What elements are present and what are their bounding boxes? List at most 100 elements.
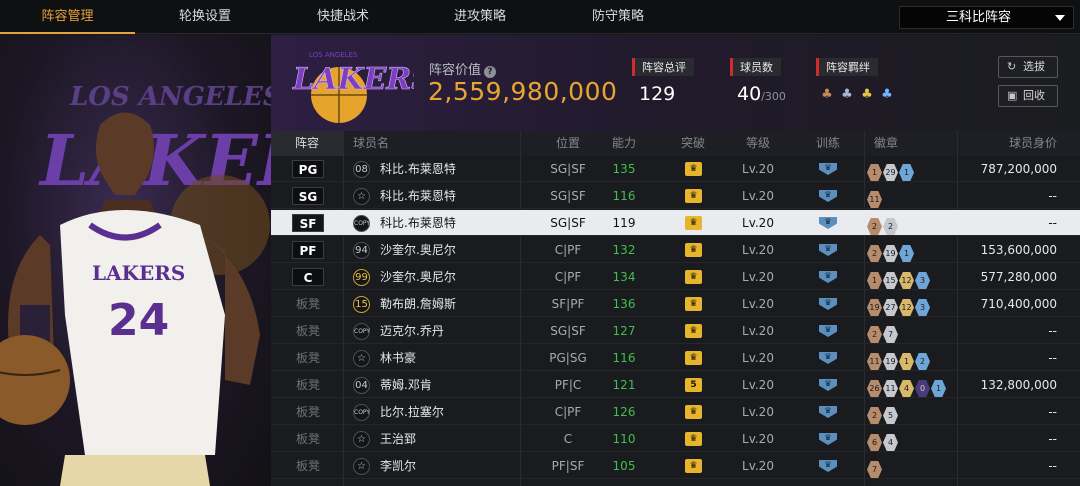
player-name[interactable]: 科比.布莱恩特: [380, 210, 456, 236]
breakthrough-crown-icon[interactable]: ♛: [685, 351, 702, 365]
recycle-button[interactable]: ▣ 回收: [998, 85, 1058, 107]
badge-list[interactable]: 19 27 12 3: [867, 295, 931, 316]
training-shield-icon[interactable]: ♛: [819, 163, 837, 175]
badge-list[interactable]: 7: [867, 457, 883, 478]
bond-icon[interactable]: ♣: [819, 87, 835, 103]
tab-defense-strategy[interactable]: 防守策略: [553, 0, 683, 34]
player-ability: 121: [612, 378, 636, 392]
player-level: Lv.20: [742, 378, 774, 392]
table-row[interactable]: PF 94 沙奎尔.奥尼尔 C|PF 132 ♛ Lv.20 ♛ 2 19 1 153,600,000: [271, 237, 1080, 263]
breakthrough-crown-icon[interactable]: ♛: [685, 189, 702, 203]
training-shield-icon[interactable]: ♛: [819, 352, 837, 364]
badge-coin: 29: [883, 164, 898, 181]
badge-coin: 1: [867, 164, 882, 181]
player-ability: 136: [612, 297, 636, 311]
player-name[interactable]: 王治郅: [380, 426, 416, 452]
breakthrough-crown-icon[interactable]: ♛: [685, 324, 702, 338]
col-training: 训练: [815, 136, 840, 150]
stat-overall-value: 129: [639, 83, 694, 105]
badge-list[interactable]: 25: [867, 403, 899, 424]
player-worth: --: [1048, 432, 1057, 446]
jersey-number: 24: [108, 295, 169, 346]
table-row[interactable]: 板凳 COPY 迈克尔.乔丹 SG|SF 127 ♛ Lv.20 ♛ 2 7 --: [271, 318, 1080, 344]
breakthrough-crown-icon[interactable]: ♛: [685, 297, 702, 311]
lineup-select-dropdown[interactable]: 三科比阵容: [899, 6, 1074, 29]
table-row[interactable]: 板凳 ☆ 林书豪 PG|SG 116 ♛ Lv.20 ♛ 11 19 1 2 --: [271, 345, 1080, 371]
table-row[interactable]: 板凳 ☆ 王治郅 C 110 ♛ Lv.20 ♛ 6 4 --: [271, 426, 1080, 452]
table-row[interactable]: C 99 沙奎尔.奥尼尔 C|PF 134 ♛ Lv.20 ♛ 1 15 12 3 577,280,00…: [271, 264, 1080, 290]
training-shield-icon[interactable]: ♛: [819, 217, 837, 229]
bond-icon[interactable]: ♣: [859, 87, 875, 103]
badge-list[interactable]: 22: [867, 214, 899, 235]
training-shield-icon[interactable]: ♛: [819, 406, 837, 418]
player-ability: 127: [612, 324, 636, 338]
table-row[interactable]: 板凳 ☆ 李凯尔 PF|SF 105 ♛ Lv.20 ♛ 7 --: [271, 453, 1080, 479]
bond-icon[interactable]: ♣: [839, 87, 855, 103]
table-row[interactable]: 板凳 15 勒布朗.詹姆斯 SF|PF 136 ♛ Lv.20 ♛ 19 27 12 3 710,400…: [271, 291, 1080, 317]
badge-list[interactable]: 27: [867, 322, 899, 343]
player-worth: --: [1048, 324, 1057, 338]
badge-list[interactable]: 2 19 1: [867, 241, 915, 262]
breakthrough-crown-icon[interactable]: ♛: [685, 405, 702, 419]
training-shield-icon[interactable]: ♛: [819, 244, 837, 256]
player-position: PF|C: [554, 378, 582, 392]
badge-coin: 7: [867, 461, 882, 478]
player-name[interactable]: 沙奎尔.奥尼尔: [380, 264, 456, 290]
training-shield-icon[interactable]: ♛: [819, 433, 837, 445]
player-worth: --: [1048, 216, 1057, 230]
breakthrough-crown-icon[interactable]: ♛: [685, 432, 702, 446]
training-shield-icon[interactable]: ♛: [819, 460, 837, 472]
training-shield-icon[interactable]: ♛: [819, 271, 837, 283]
table-row[interactable]: PG 08 科比.布莱恩特 SG|SF 135 ♛ Lv.20 ♛ 1 29 1 787,200,00…: [271, 156, 1080, 182]
breakthrough-crown-icon[interactable]: ♛: [685, 162, 702, 176]
player-position: C|PF: [554, 270, 582, 284]
badge-coin: 1: [899, 245, 914, 262]
badge-coin: 4: [899, 380, 914, 397]
breakthrough-crown-icon[interactable]: ♛: [685, 459, 702, 473]
breakthrough-crown-icon[interactable]: ♛: [685, 243, 702, 257]
badge-coin: 7: [883, 326, 898, 343]
tab-offense-strategy[interactable]: 进攻策略: [415, 0, 545, 34]
badge-list[interactable]: 26 11 4 0 1: [867, 376, 947, 397]
table-row[interactable]: SF COPY 科比.布莱恩特 SG|SF 119 ♛ Lv.20 ♛ 2 2 --: [271, 210, 1080, 236]
training-shield-icon[interactable]: ♛: [819, 379, 837, 391]
breakthrough-crown-icon[interactable]: 5: [685, 378, 702, 392]
player-position: SG|SF: [550, 162, 586, 176]
player-name[interactable]: 科比.布莱恩特: [380, 183, 456, 209]
scout-button[interactable]: ↻ 选拔: [998, 56, 1058, 78]
player-name[interactable]: 科比.布莱恩特: [380, 156, 456, 182]
badge-list[interactable]: 11: [867, 187, 883, 208]
logo-wordmark: LAKERS: [292, 62, 414, 97]
tab-rotation-settings[interactable]: 轮换设置: [140, 0, 270, 34]
breakthrough-crown-icon[interactable]: ♛: [685, 216, 702, 230]
player-ability: 132: [612, 243, 636, 257]
player-name[interactable]: 蒂姆.邓肯: [380, 372, 432, 398]
badge-list[interactable]: 1 15 12 3: [867, 268, 931, 289]
badge-coin: 19: [883, 353, 898, 370]
training-shield-icon[interactable]: ♛: [819, 325, 837, 337]
player-name[interactable]: 李凯尔: [380, 453, 416, 479]
badge-list[interactable]: 11 19 1 2: [867, 349, 931, 370]
breakthrough-crown-icon[interactable]: ♛: [685, 270, 702, 284]
bond-icon[interactable]: ♣: [879, 87, 895, 103]
tab-quick-tactics[interactable]: 快捷战术: [278, 0, 408, 34]
jersey-badge: COPY: [353, 215, 370, 232]
badge-list[interactable]: 64: [867, 430, 899, 451]
lineup-position: 板凳: [295, 432, 320, 446]
table-row[interactable]: 板凳 COPY 比尔.拉塞尔 C|PF 126 ♛ Lv.20 ♛ 2 5 --: [271, 399, 1080, 425]
table-row[interactable]: 板凳 04 蒂姆.邓肯 PF|C 121 5 Lv.20 ♛ 26 11 4 0 1 132,800,00…: [271, 372, 1080, 398]
player-name[interactable]: 沙奎尔.奥尼尔: [380, 237, 456, 263]
training-shield-icon[interactable]: ♛: [819, 190, 837, 202]
jersey-badge: ☆: [353, 188, 370, 205]
badge-list[interactable]: 1 29 1: [867, 160, 915, 181]
stat-bonds-label: 阵容羁绊: [816, 58, 878, 76]
player-name[interactable]: 勒布朗.詹姆斯: [380, 291, 456, 317]
badge-coin: 2: [867, 245, 882, 262]
player-name[interactable]: 迈克尔.乔丹: [380, 318, 444, 344]
stat-player-count-value: 40/300: [737, 83, 786, 105]
player-name[interactable]: 比尔.拉塞尔: [380, 399, 444, 425]
player-name[interactable]: 林书豪: [380, 345, 416, 371]
training-shield-icon[interactable]: ♛: [819, 298, 837, 310]
table-row[interactable]: SG ☆ 科比.布莱恩特 SG|SF 116 ♛ Lv.20 ♛ 11 --: [271, 183, 1080, 209]
tab-lineup-management[interactable]: 阵容管理: [0, 0, 135, 34]
